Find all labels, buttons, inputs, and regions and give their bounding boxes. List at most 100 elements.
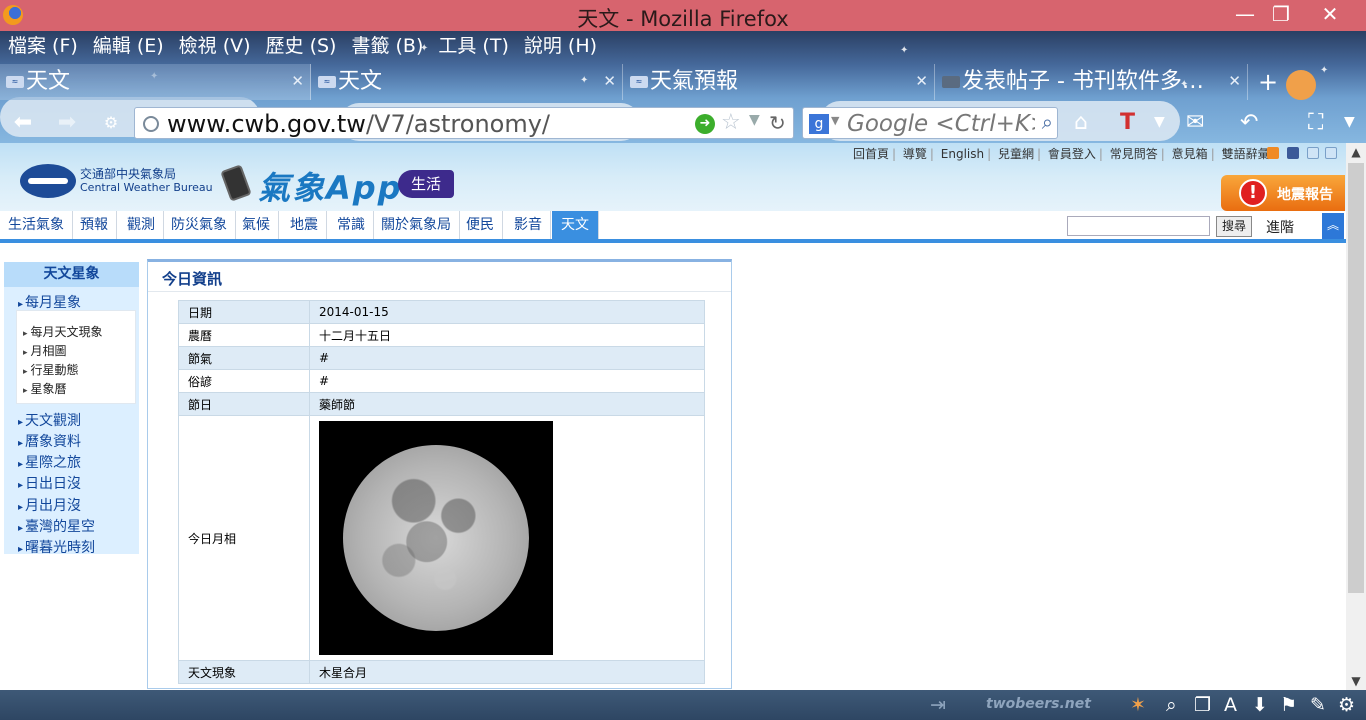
translate-t-icon[interactable]: T — [1120, 110, 1135, 135]
dropdown-icon[interactable]: ▼ — [1154, 114, 1165, 130]
nav-media[interactable]: 影音 — [514, 211, 551, 239]
link-login[interactable]: 會員登入 — [1048, 147, 1096, 161]
advanced-search-link[interactable]: 進階 — [1266, 217, 1294, 237]
scroll-down-icon[interactable]: ▼ — [1346, 674, 1366, 688]
print-icon[interactable] — [1325, 147, 1337, 159]
sidebar-subitem-moon-phase[interactable]: 月相圖 — [23, 342, 67, 359]
sidebar-item-monthly-sky[interactable]: 每月星象 — [18, 292, 81, 312]
go-arrow-icon[interactable]: ➜ — [695, 114, 715, 134]
search-icon[interactable]: ⌕ — [1166, 694, 1177, 716]
link-feedback[interactable]: 意見箱 — [1172, 147, 1208, 161]
sidebar-subitem-monthly-events[interactable]: 每月天文現象 — [23, 323, 103, 340]
windows-icon[interactable]: ❐ — [1194, 694, 1211, 716]
nav-knowledge[interactable]: 常識 — [337, 211, 374, 239]
site-search-button[interactable]: 搜尋 — [1216, 216, 1252, 237]
url-text[interactable]: www.cwb.gov.tw/V7/astronomy/ — [167, 108, 550, 140]
sidebar-item-space-journey[interactable]: 星際之旅 — [18, 452, 81, 472]
scroll-thumb[interactable] — [1348, 163, 1364, 593]
life-tag[interactable]: 生活 — [398, 170, 454, 198]
google-engine-icon[interactable]: g — [809, 114, 829, 134]
sidebar-item-twilight[interactable]: 曙暮光時刻 — [18, 537, 95, 557]
agency-name-zh[interactable]: 交通部中央氣象局 — [80, 165, 176, 182]
history-dropdown-icon[interactable]: ⚙ — [96, 108, 126, 138]
close-window-button[interactable]: ✕ — [1308, 0, 1352, 31]
scroll-up-icon[interactable]: ▲ — [1346, 145, 1366, 159]
url-history-dropdown-icon[interactable]: ▼ — [749, 112, 760, 128]
sidebar-item-calendar-data[interactable]: 曆象資料 — [18, 431, 81, 451]
new-tab-button[interactable]: + — [1252, 66, 1284, 98]
engine-dropdown-icon[interactable]: ▼ — [831, 114, 839, 127]
menu-help[interactable]: 說明 (H) — [524, 31, 597, 61]
bookmark-star-icon[interactable]: ☆ — [721, 110, 741, 135]
nav-about[interactable]: 關於氣象局 — [381, 211, 460, 239]
link-faq[interactable]: 常見問答 — [1110, 147, 1158, 161]
menu-bookmarks[interactable]: 書籤 (B) — [351, 31, 423, 61]
nav-public-service[interactable]: 便民 — [466, 211, 503, 239]
fullscreen-icon[interactable]: ⛶ — [1308, 110, 1323, 135]
sidebar-item-observation[interactable]: 天文觀測 — [18, 410, 81, 430]
tab-close-icon[interactable]: ✕ — [1228, 72, 1241, 90]
weather-app-banner[interactable]: 氣象App — [258, 163, 403, 209]
exit-icon[interactable]: ⇥ — [930, 694, 946, 716]
font-icon[interactable]: A — [1224, 694, 1237, 716]
download-icon[interactable]: ⬇ — [1252, 694, 1268, 716]
sidebar-subitem-planets[interactable]: 行星動態 — [23, 361, 79, 378]
site-identity-icon[interactable] — [143, 116, 159, 132]
sidebar-subitem-star-calendar[interactable]: 星象曆 — [23, 380, 67, 397]
flag-icon[interactable]: ⚑ — [1280, 694, 1297, 716]
nav-observation[interactable]: 觀測 — [127, 211, 164, 239]
reload-icon[interactable]: ↻ — [769, 111, 786, 135]
search-icon[interactable]: ⌕ — [1042, 110, 1053, 134]
cwb-emblem-icon[interactable] — [20, 164, 76, 198]
search-placeholder[interactable]: Google <Ctrl+K> — [847, 108, 1035, 140]
home-icon[interactable]: ⌂ — [1074, 110, 1088, 135]
nav-astronomy[interactable]: 天文 — [552, 211, 599, 239]
phone-icon[interactable] — [220, 164, 252, 202]
collapse-up-icon[interactable]: ︽ — [1322, 213, 1344, 239]
link-guide[interactable]: 導覽 — [903, 147, 927, 161]
url-bar[interactable]: www.cwb.gov.tw/V7/astronomy/ ➜ ☆ ▼ ↻ — [134, 107, 794, 139]
undo-close-icon[interactable]: ↶ — [1240, 110, 1258, 135]
settings-gear-icon[interactable]: ⚙ — [1338, 694, 1355, 716]
tab-astronomy-active[interactable]: ≈ 天文 ✕ — [0, 64, 311, 100]
tab-close-icon[interactable]: ✕ — [603, 72, 616, 90]
sidebar-item-moonrise-moonset[interactable]: 月出月沒 — [18, 495, 81, 515]
menu-dropdown-icon[interactable]: ▼ — [1344, 114, 1355, 130]
search-bar[interactable]: g ▼ Google <Ctrl+K> ⌕ — [802, 107, 1058, 139]
menu-edit[interactable]: 編輯 (E) — [93, 31, 164, 61]
tab-close-icon[interactable]: ✕ — [291, 72, 304, 90]
mail-icon[interactable]: ✉ — [1186, 110, 1204, 135]
link-kids[interactable]: 兒童網 — [998, 147, 1034, 161]
nav-disaster-weather[interactable]: 防災氣象 — [171, 211, 236, 239]
link-home[interactable]: 回首頁 — [853, 147, 889, 161]
earthquake-report-button[interactable]: ! 地震報告 — [1221, 175, 1345, 211]
menu-tools[interactable]: 工具 (T) — [438, 31, 508, 61]
nav-earthquake[interactable]: 地震 — [290, 211, 327, 239]
rss-icon[interactable] — [1267, 147, 1279, 159]
nav-life-weather[interactable]: 生活氣象 — [8, 211, 73, 239]
facebook-icon[interactable] — [1287, 147, 1299, 159]
sidebar-item-sunrise-sunset[interactable]: 日出日沒 — [18, 473, 81, 493]
vertical-scrollbar[interactable]: ▲ ▼ — [1346, 143, 1366, 690]
mobile-icon[interactable] — [1307, 147, 1319, 159]
maximize-button[interactable]: ❐ — [1259, 0, 1303, 31]
tab-forum-post[interactable]: 发表帖子 - 书刊软件多… ✕ — [936, 64, 1248, 100]
tab-weather-forecast[interactable]: ≈ 天氣預報 ✕ — [624, 64, 935, 100]
menu-history[interactable]: 歷史 (S) — [266, 31, 337, 61]
tab-close-icon[interactable]: ✕ — [915, 72, 928, 90]
link-english[interactable]: English — [941, 147, 984, 161]
menu-view[interactable]: 檢視 (V) — [179, 31, 251, 61]
fox-addon-icon[interactable]: ✶ — [1130, 694, 1146, 716]
link-glossary[interactable]: 雙語辭彙 — [1222, 147, 1270, 161]
agency-name-en[interactable]: Central Weather Bureau — [80, 181, 213, 194]
tab-astronomy[interactable]: ≈ 天文 ✕ — [312, 64, 623, 100]
nav-climate[interactable]: 氣候 — [242, 211, 279, 239]
sidebar-heading[interactable]: 天文星象 — [4, 262, 139, 287]
sidebar-item-taiwan-sky[interactable]: 臺灣的星空 — [18, 516, 95, 536]
nav-forecast[interactable]: 預報 — [80, 211, 117, 239]
forward-button[interactable]: ➡ — [52, 108, 82, 138]
tools-icon[interactable]: ✎ — [1310, 694, 1326, 716]
site-search-input[interactable] — [1067, 216, 1210, 236]
menu-file[interactable]: 檔案 (F) — [8, 31, 78, 61]
back-button[interactable]: ⬅ — [8, 108, 38, 138]
